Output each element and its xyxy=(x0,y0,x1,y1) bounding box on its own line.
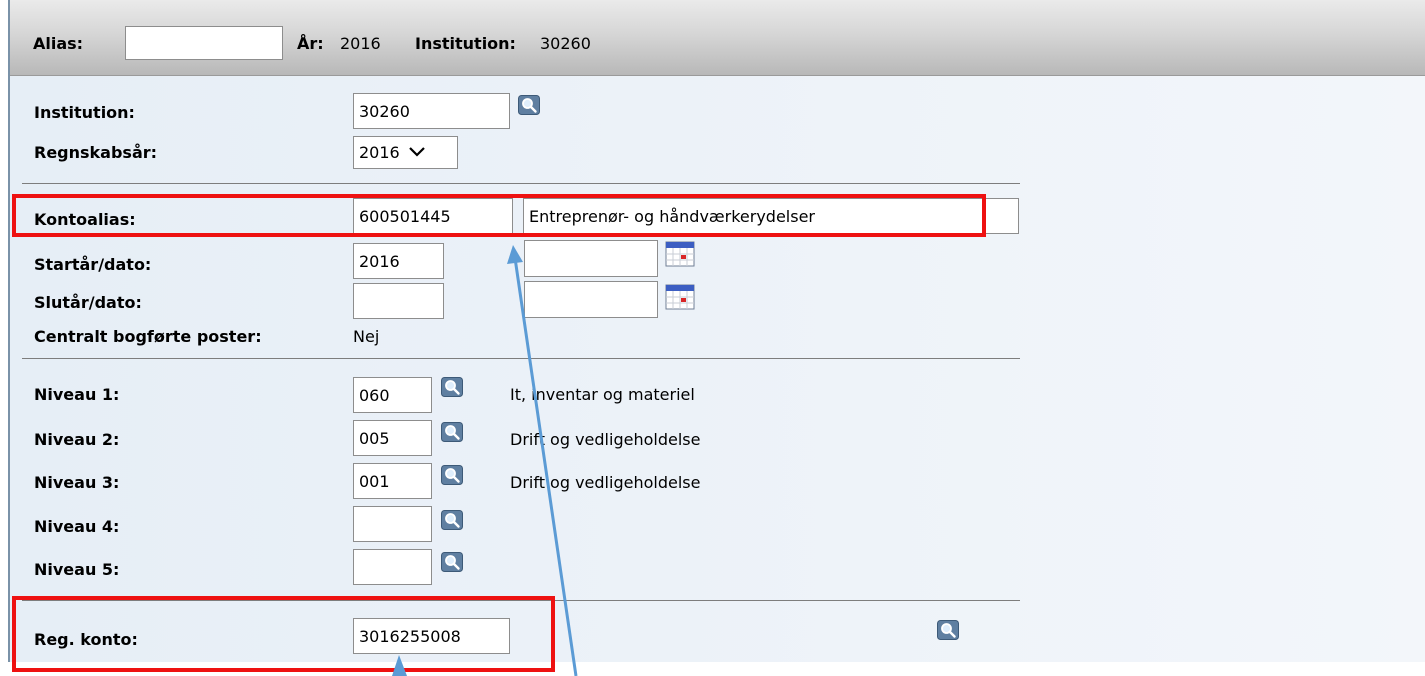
annotation-arrows xyxy=(392,245,578,676)
arrow-to-kontoalias xyxy=(513,257,578,676)
arrowhead-icon xyxy=(507,245,523,264)
arrowhead-icon xyxy=(392,655,407,676)
